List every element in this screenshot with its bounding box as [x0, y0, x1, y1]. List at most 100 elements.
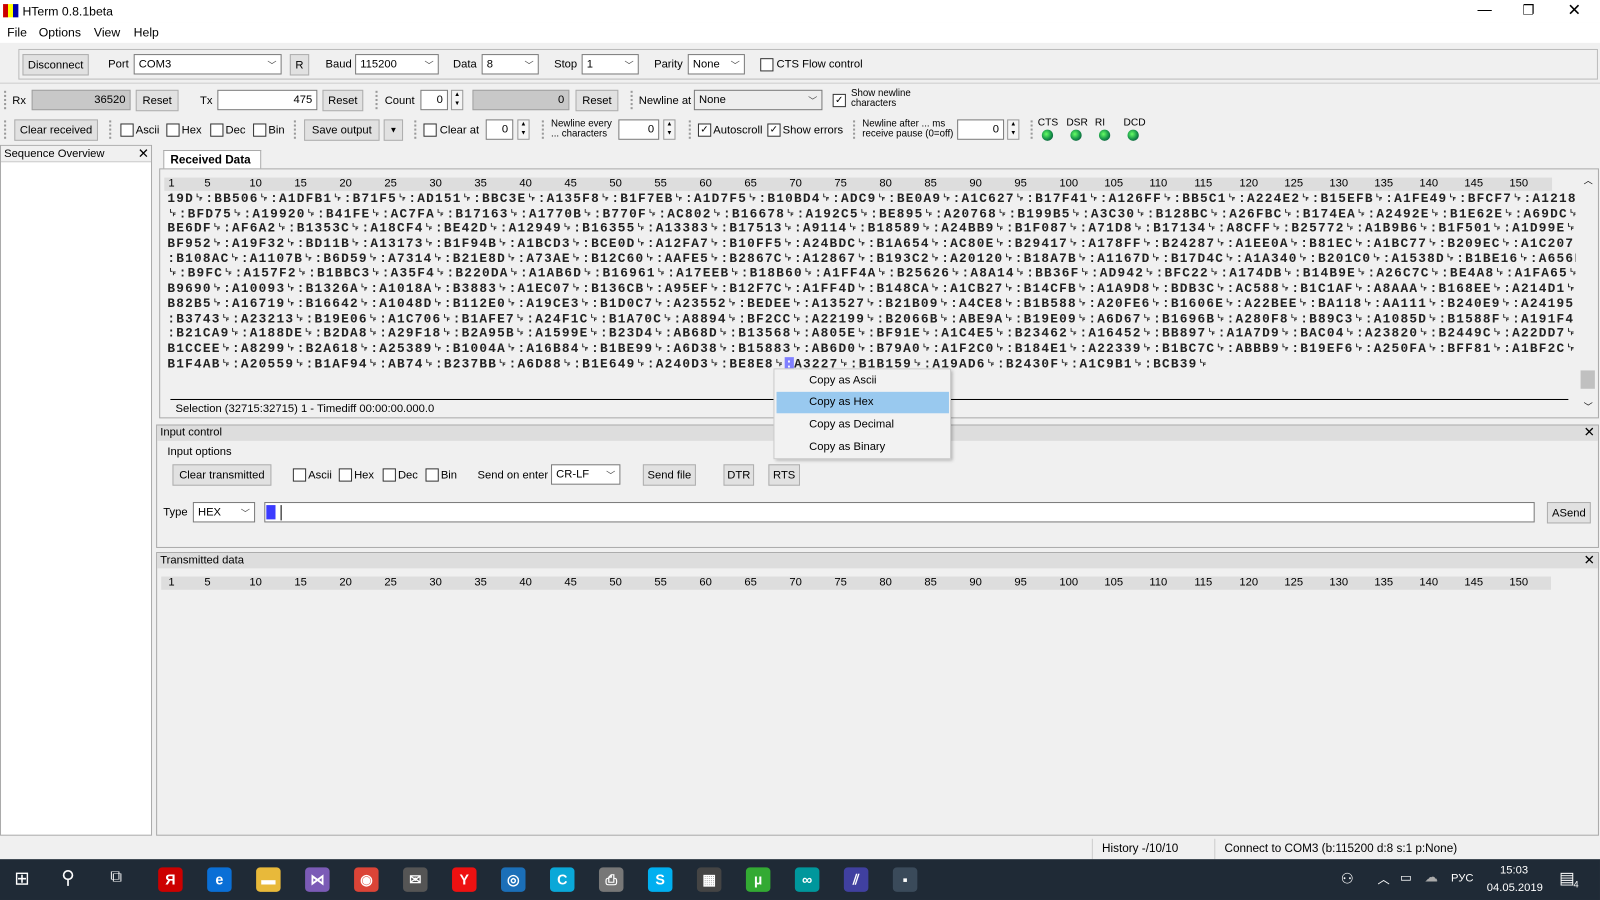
- scrollbar-thumb[interactable]: [1580, 370, 1595, 389]
- context-menu-item-copy-as-binary[interactable]: Copy as Binary: [777, 436, 949, 457]
- input-dec-checkbox[interactable]: [382, 468, 396, 482]
- toolbar-grip[interactable]: [109, 120, 112, 139]
- newline-every-input[interactable]: 0: [618, 119, 660, 140]
- rx-reset-button[interactable]: Reset: [135, 89, 179, 112]
- yandex-browser-icon[interactable]: Я: [158, 867, 183, 892]
- count-spinner[interactable]: ▲ ▼: [451, 89, 464, 111]
- battery-icon[interactable]: ▭: [1400, 870, 1412, 884]
- received-line[interactable]: B1CCEE␊:A8299␊:B2A618␊:A25389␊:B1004A␊:A…: [167, 342, 1575, 357]
- input-ascii-checkbox[interactable]: [292, 468, 307, 482]
- received-line[interactable]: B82B5␊:A16719␊:B16642␊:A1048D␊:B112E0␊:A…: [167, 297, 1575, 312]
- send-on-enter-select[interactable]: CR-LF ﹀: [551, 464, 621, 485]
- language-indicator[interactable]: РУС: [1451, 872, 1473, 884]
- show-newline-checkbox[interactable]: ✓: [832, 93, 846, 108]
- port-select[interactable]: COM3 ﹀: [133, 54, 282, 75]
- context-menu-item-copy-as-hex[interactable]: Copy as Hex: [776, 391, 949, 413]
- bin-checkbox[interactable]: [253, 123, 267, 137]
- received-line-part[interactable]: B1F4AB␊:A20559␊:B1AF94␊:AB74␊:B237BB␊:A6…: [167, 357, 785, 371]
- baud-select[interactable]: 115200 ﹀: [355, 54, 439, 75]
- edge-icon[interactable]: e: [207, 867, 232, 892]
- clock-date[interactable]: 04.05.2019: [1487, 882, 1543, 894]
- close-icon[interactable]: ✕: [1584, 424, 1595, 440]
- data-bits-select[interactable]: 8 ﹀: [481, 54, 539, 75]
- hex-checkbox[interactable]: [166, 123, 180, 137]
- toolbar-grip[interactable]: [853, 120, 856, 139]
- menu-file[interactable]: File: [7, 26, 27, 40]
- stop-bits-select[interactable]: 1 ﹀: [581, 54, 639, 75]
- notifications-icon[interactable]: ▤: [1559, 868, 1574, 888]
- search-icon[interactable]: ⚲: [61, 867, 74, 888]
- clear-at-spinner[interactable]: ▲ ▼: [517, 119, 530, 140]
- toolbar-grip[interactable]: [375, 90, 379, 110]
- received-line[interactable]: 19D␊:BB506␊:A1DFB1␊:B71F5␊:AD151␊:BBC3E␊…: [167, 192, 1575, 207]
- context-menu-item-copy-as-decimal[interactable]: Copy as Decimal: [777, 414, 949, 435]
- mail-icon[interactable]: ✉: [403, 867, 428, 892]
- close-icon[interactable]: ✕: [138, 146, 149, 162]
- tx-reset-button[interactable]: Reset: [322, 89, 364, 112]
- toolbar-grip[interactable]: [4, 120, 7, 139]
- newline-at-select[interactable]: None ﹀: [693, 89, 823, 111]
- autoscroll-checkbox[interactable]: ✓: [697, 123, 712, 137]
- menu-options[interactable]: Options: [39, 26, 81, 40]
- newline-every-spinner[interactable]: ▲ ▼: [663, 119, 676, 140]
- dec-checkbox[interactable]: [210, 123, 224, 137]
- asend-button[interactable]: ASend: [1546, 502, 1591, 524]
- yandex-icon[interactable]: Y: [452, 867, 477, 892]
- printer-icon[interactable]: ⎙: [598, 867, 624, 892]
- received-line[interactable]: BE6DF␊:AF6A2␊:B1353C␊:A18CF4␊:BE42D␊:A12…: [167, 222, 1575, 237]
- toolbar-grip[interactable]: [630, 90, 634, 110]
- ascii-checkbox[interactable]: [120, 123, 134, 137]
- context-menu-item-copy-as-ascii[interactable]: Copy as Ascii: [777, 369, 949, 390]
- toolbar-grip[interactable]: [541, 120, 545, 139]
- close-icon[interactable]: ✕: [1567, 0, 1581, 20]
- toolbar-grip[interactable]: [1030, 120, 1034, 139]
- show-errors-checkbox[interactable]: ✓: [767, 123, 781, 137]
- tab-received-data[interactable]: Received Data: [163, 149, 262, 170]
- toolbar-grip[interactable]: [414, 120, 417, 139]
- clock-time[interactable]: 15:03: [1500, 864, 1528, 876]
- vertical-scrollbar[interactable]: ︿ ﹀: [1579, 173, 1597, 415]
- save-output-button[interactable]: Save output: [304, 119, 380, 141]
- input-hex-checkbox[interactable]: [338, 468, 353, 482]
- scroll-down-icon[interactable]: ﹀: [1584, 400, 1593, 413]
- received-line[interactable]: BF952␊:A19F32␊:BD11B␊:A13173␊:B1F94B␊:A1…: [167, 237, 1575, 252]
- rts-button[interactable]: RTS: [768, 464, 800, 486]
- received-line[interactable]: :B3743␊:A23213␊:B19E06␊:A1C706␊:B1AFE7␊:…: [167, 312, 1575, 327]
- minimize-icon[interactable]: —: [1478, 1, 1492, 17]
- clear-at-checkbox[interactable]: [423, 123, 437, 137]
- ccleaner-icon[interactable]: C: [549, 867, 575, 892]
- received-lines[interactable]: 19D␊:BB506␊:A1DFB1␊:B71F5␊:AD151␊:BBC3E␊…: [167, 192, 1575, 372]
- visual-studio-icon[interactable]: ⋈: [305, 867, 330, 892]
- store-icon[interactable]: ▦: [696, 867, 722, 892]
- people-icon[interactable]: ⚇: [1341, 870, 1354, 887]
- received-line[interactable]: ␊:B9FC␊:A157F2␊:B1BBC3␊:A35F4␊:B220DA␊:A…: [167, 267, 1575, 282]
- tray-chevron-icon[interactable]: ︿: [1378, 870, 1390, 887]
- app-icon[interactable]: ◎: [501, 867, 526, 892]
- parity-select[interactable]: None ﹀: [687, 54, 745, 75]
- newline-after-input[interactable]: 0: [957, 119, 1005, 140]
- count-reset-button[interactable]: Reset: [575, 89, 619, 112]
- task-view-icon[interactable]: ⧉: [110, 868, 122, 886]
- restore-icon[interactable]: ❐: [1522, 2, 1534, 18]
- skype-icon[interactable]: S: [647, 867, 673, 892]
- send-file-button[interactable]: Send file: [642, 464, 696, 486]
- save-output-dropdown[interactable]: ▼: [383, 119, 404, 141]
- clear-received-button[interactable]: Clear received: [14, 119, 98, 141]
- menu-view[interactable]: View: [94, 26, 120, 40]
- scroll-up-icon[interactable]: ︿: [1584, 173, 1593, 186]
- hterm-icon[interactable]: ▪: [892, 867, 918, 892]
- dtr-button[interactable]: DTR: [723, 464, 755, 486]
- received-line[interactable]: B9690␊:A10093␊:B1326A␊:A1018A␊:B3883␊:A1…: [167, 282, 1575, 297]
- clear-at-input[interactable]: 0: [485, 119, 514, 140]
- network-icon[interactable]: ☁: [1424, 869, 1437, 885]
- input-bin-checkbox[interactable]: [425, 468, 439, 482]
- chrome-icon[interactable]: ◉: [354, 867, 379, 892]
- toolbar-grip[interactable]: [688, 120, 692, 139]
- input-type-select[interactable]: HEX ﹀: [192, 502, 256, 523]
- newline-after-spinner[interactable]: ▲ ▼: [1007, 119, 1020, 140]
- received-line[interactable]: :B108AC␊:A1107B␊:B6D59␊:A7314␊:B21E8D␊:A…: [167, 252, 1575, 267]
- close-icon[interactable]: ✕: [1584, 552, 1595, 568]
- toolbar-grip[interactable]: [293, 120, 297, 139]
- cts-flow-checkbox[interactable]: [760, 58, 774, 72]
- arduino-icon[interactable]: ∞: [794, 867, 820, 892]
